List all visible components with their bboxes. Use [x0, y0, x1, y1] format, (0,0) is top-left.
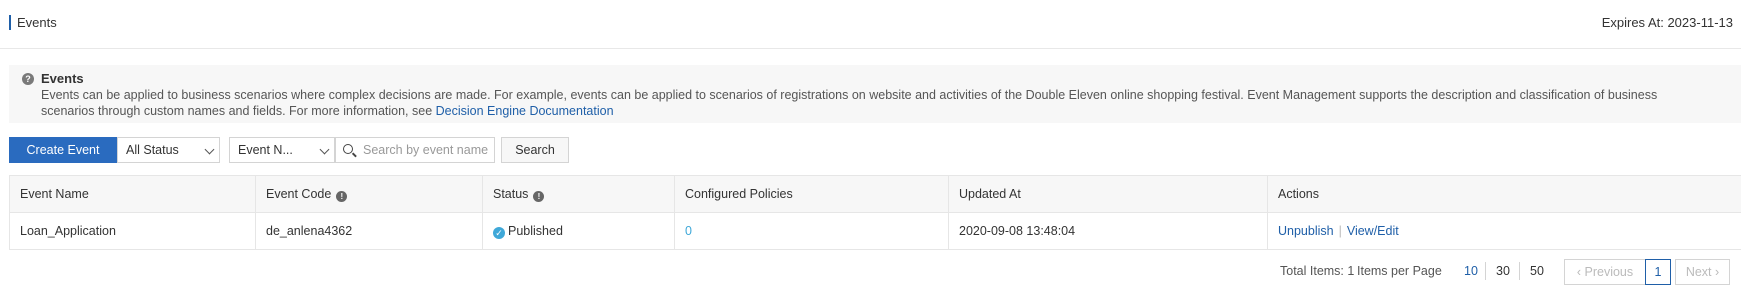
- items-per-page-label: Items per Page: [1357, 264, 1442, 278]
- current-page-button[interactable]: 1: [1645, 259, 1671, 285]
- previous-page-button[interactable]: ‹ Previous: [1564, 259, 1646, 285]
- action-separator: |: [1338, 224, 1342, 238]
- page-header: Events Expires At: 2023-11-13: [0, 0, 1741, 49]
- total-items: Total Items: 1: [1280, 264, 1355, 278]
- page-size-option[interactable]: 10: [1464, 264, 1478, 278]
- column-header-configured-policies: Configured Policies: [674, 175, 949, 213]
- info-icon[interactable]: !: [336, 190, 348, 202]
- updated-at-cell: 2020-09-08 13:48:04: [948, 212, 1268, 250]
- page-size-option[interactable]: 30: [1496, 264, 1510, 278]
- table-header-row: Event Name Event Code! Status! Configure…: [9, 175, 1741, 213]
- chevron-right-icon: ›: [1711, 265, 1720, 279]
- column-header-status: Status!: [482, 175, 675, 213]
- chevron-down-icon: [204, 144, 215, 155]
- status-text: Published: [508, 223, 563, 238]
- configured-policies-link[interactable]: 0: [685, 224, 692, 238]
- status-cell: ✓ Published: [482, 212, 675, 250]
- expiration-date: Expires At: 2023-11-13: [1601, 15, 1733, 30]
- column-header-event-code: Event Code!: [255, 175, 483, 213]
- status-select-value: All Status: [126, 143, 179, 157]
- info-description: Events can be applied to business scenar…: [41, 87, 1701, 119]
- question-icon: ?: [22, 73, 34, 85]
- unpublish-link[interactable]: Unpublish: [1278, 224, 1334, 238]
- view-edit-link[interactable]: View/Edit: [1347, 224, 1399, 238]
- column-header-updated-at: Updated At: [948, 175, 1268, 213]
- search-box: [335, 137, 495, 163]
- info-box: ? Events Events can be applied to busine…: [9, 65, 1741, 123]
- page-title: Events: [17, 15, 57, 30]
- actions-cell: Unpublish | View/Edit: [1267, 212, 1741, 250]
- search-input[interactable]: [363, 141, 491, 159]
- check-circle-icon: ✓: [493, 226, 505, 239]
- search-icon: [343, 144, 353, 154]
- chevron-left-icon: ‹: [1576, 265, 1585, 279]
- next-page-button[interactable]: Next ›: [1675, 259, 1730, 285]
- info-text: Events can be applied to business scenar…: [41, 88, 1658, 118]
- status-select[interactable]: All Status: [117, 137, 220, 163]
- chevron-down-icon: [319, 144, 330, 155]
- header-accent-bar: [9, 15, 11, 30]
- events-table: Event Name Event Code! Status! Configure…: [9, 175, 1741, 250]
- search-button[interactable]: Search: [501, 137, 569, 163]
- page-size-divider: [1485, 262, 1486, 280]
- event-code-cell: de_anlena4362: [255, 212, 483, 250]
- info-icon[interactable]: !: [533, 190, 545, 202]
- search-field-select-value: Event N...: [238, 143, 293, 157]
- column-header-event-name: Event Name: [9, 175, 256, 213]
- column-header-actions: Actions: [1267, 175, 1741, 213]
- table-row: Loan_Application de_anlena4362 ✓ Publishe…: [9, 212, 1741, 250]
- search-field-select[interactable]: Event N...: [229, 137, 335, 163]
- documentation-link[interactable]: Decision Engine Documentation: [436, 104, 614, 118]
- info-title: Events: [41, 71, 84, 86]
- configured-policies-cell: 0: [674, 212, 949, 250]
- create-event-button[interactable]: Create Event: [9, 137, 117, 163]
- page-size-option[interactable]: 50: [1530, 264, 1544, 278]
- event-name-cell: Loan_Application: [9, 212, 256, 250]
- page-size-divider: [1519, 262, 1520, 280]
